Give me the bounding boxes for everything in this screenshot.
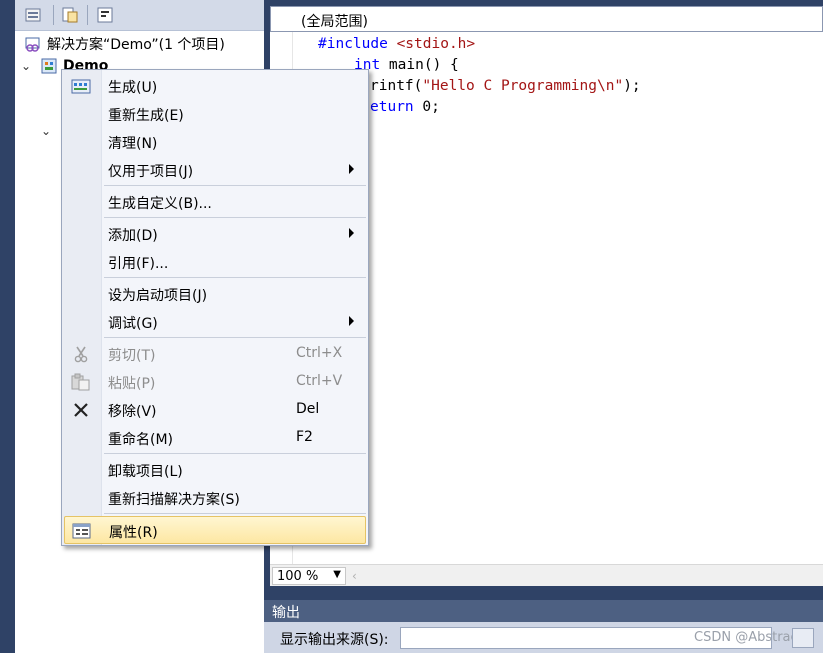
menu-item-unload-project[interactable]: 卸载项目(L) (64, 456, 366, 484)
zoom-dropdown[interactable]: 100 % ▼ (272, 567, 346, 585)
menu-item-project-only[interactable]: 仅用于项目(J) (64, 156, 366, 184)
menu-item-rescan-solution[interactable]: 重新扫描解决方案(S) (64, 484, 366, 512)
menu-shortcut: Del (296, 401, 319, 417)
dropdown-arrow-icon: ▼ (333, 569, 341, 580)
panel-gap (264, 586, 823, 600)
watermark: CSDN @Abstract (694, 630, 803, 645)
menu-item-cut[interactable]: 剪切(T) Ctrl+X (64, 340, 366, 368)
zoom-value: 100 % (277, 569, 318, 584)
code-token: "Hello C Programming\n" (422, 78, 623, 94)
properties-icon (71, 520, 93, 542)
output-title: 输出 (272, 602, 300, 622)
tree-node-collapsed[interactable]: ⌄ (39, 120, 53, 142)
menu-item-remove[interactable]: 移除(V) Del (64, 396, 366, 424)
toolbar-divider (87, 5, 88, 25)
menu-item-rename[interactable]: 重命名(M) F2 (64, 424, 366, 452)
refresh-icon[interactable] (59, 4, 81, 26)
scissors-icon (70, 343, 92, 365)
submenu-arrow-icon (349, 228, 354, 238)
menu-label: 仅用于项目(J) (108, 161, 193, 181)
menu-separator (104, 337, 366, 338)
menu-item-debug[interactable]: 调试(G) (64, 308, 366, 336)
project-icon (41, 58, 57, 74)
menu-item-add[interactable]: 添加(D) (64, 220, 366, 248)
remove-x-icon (70, 399, 92, 421)
submenu-arrow-icon (349, 164, 354, 174)
menu-label: 剪切(T) (108, 345, 155, 365)
menu-separator (104, 217, 366, 218)
code-token: 0; (414, 99, 440, 115)
menu-item-build-customizations[interactable]: 生成自定义(B)... (64, 188, 366, 216)
solution-node[interactable]: 解决方案“Demo”(1 个项目) (25, 33, 225, 55)
scope-dropdown[interactable]: (全局范围) (270, 6, 823, 32)
editor-zoom-bar: 100 % ▼ ‹ (270, 564, 823, 587)
paste-icon (70, 371, 92, 393)
code-line-3: rintf("Hello C Programming\n"); (370, 78, 641, 94)
menu-label: 调试(G) (108, 313, 158, 333)
menu-label: 属性(R) (109, 522, 158, 542)
menu-label: 移除(V) (108, 401, 157, 421)
menu-label: 生成(U) (108, 77, 157, 97)
properties-icon[interactable] (94, 4, 116, 26)
menu-item-rebuild[interactable]: 重新生成(E) (64, 100, 366, 128)
menu-label: 重命名(M) (108, 429, 173, 449)
menu-shortcut: Ctrl+X (296, 345, 342, 361)
menu-separator (104, 513, 366, 514)
scope-label: (全局范围) (301, 11, 368, 31)
solution-label: 解决方案“Demo”(1 个项目) (47, 34, 225, 54)
menu-item-clean[interactable]: 清理(N) (64, 128, 366, 156)
chevron-down-icon[interactable]: ⌄ (39, 124, 53, 138)
menu-shortcut: F2 (296, 429, 313, 445)
output-source-label: 显示输出来源(S): (280, 629, 389, 649)
output-toolbar: 显示输出来源(S): CSDN @Abstract (264, 622, 823, 653)
menu-separator (104, 185, 366, 186)
toolbar-divider (53, 5, 54, 25)
code-token: main() { (380, 57, 459, 73)
menu-separator (104, 453, 366, 454)
menu-label: 引用(F)... (108, 253, 168, 273)
menu-label: 生成自定义(B)... (108, 193, 212, 213)
code-line-1: #include <stdio.h> (318, 36, 475, 52)
menu-label: 粘贴(P) (108, 373, 155, 393)
menu-item-references[interactable]: 引用(F)... (64, 248, 366, 276)
code-token: #include (318, 36, 397, 52)
output-clear-button[interactable] (792, 628, 814, 648)
solution-explorer-toolbar (15, 0, 264, 31)
menu-label: 重新生成(E) (108, 105, 184, 125)
left-frame-strip (0, 0, 15, 653)
menu-label: 添加(D) (108, 225, 158, 245)
code-token: <stdio.h> (397, 36, 476, 52)
code-token: rintf( (370, 78, 422, 94)
code-line-4: eturn 0; (370, 99, 440, 115)
solution-icon (25, 36, 41, 52)
submenu-arrow-icon (349, 316, 354, 326)
code-token: ); (623, 78, 640, 94)
context-menu: 生成(U) 重新生成(E) 清理(N) 仅用于项目(J) 生成自定义(B)...… (61, 69, 369, 546)
menu-separator (104, 277, 366, 278)
menu-item-set-startup[interactable]: 设为启动项目(J) (64, 280, 366, 308)
show-all-files-icon[interactable] (23, 4, 45, 26)
output-panel-title: 输出 (264, 600, 823, 622)
menu-label: 卸载项目(L) (108, 461, 183, 481)
menu-shortcut: Ctrl+V (296, 373, 342, 389)
menu-item-properties[interactable]: 属性(R) (64, 516, 366, 544)
menu-item-paste[interactable]: 粘贴(P) Ctrl+V (64, 368, 366, 396)
build-icon (70, 75, 92, 97)
scroll-left-icon[interactable]: ‹ (352, 569, 357, 583)
menu-label: 清理(N) (108, 133, 157, 153)
menu-item-build[interactable]: 生成(U) (64, 72, 366, 100)
chevron-down-icon[interactable]: ⌄ (19, 59, 33, 73)
code-line-2: int main() { (354, 57, 459, 73)
menu-label: 设为启动项目(J) (108, 285, 207, 305)
code-token: eturn (370, 99, 414, 115)
menu-label: 重新扫描解决方案(S) (108, 489, 240, 509)
